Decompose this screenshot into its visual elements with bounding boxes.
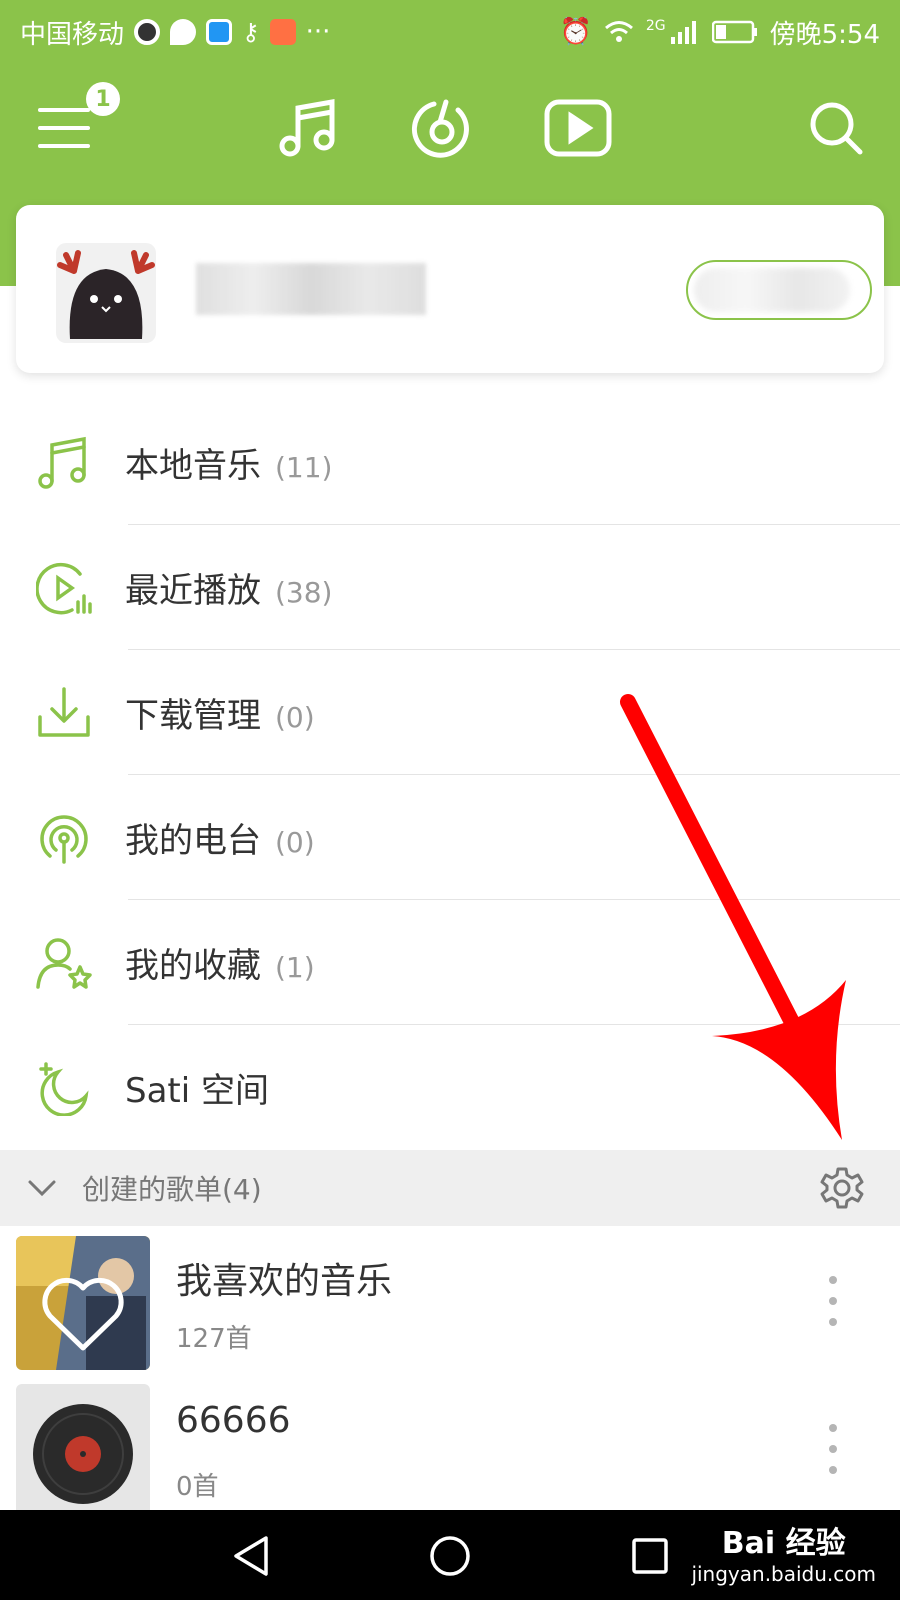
hamburger-icon — [38, 108, 90, 148]
recents-button[interactable] — [622, 1528, 678, 1584]
playlist-cover — [16, 1384, 150, 1516]
battery-icon — [711, 20, 757, 44]
recents-square-icon — [632, 1538, 668, 1574]
status-bar: 中国移动 ⚷ ··· ⏰ 2G 傍晚5:54 — [0, 0, 900, 64]
music-note-icon — [279, 99, 335, 157]
playlist-count: 0首 — [176, 1472, 219, 1502]
baidu-jingyan-watermark: Bai 经验 jingyan.baidu.com — [691, 1518, 876, 1586]
recent-play-icon — [32, 556, 96, 620]
tab-music[interactable] — [274, 92, 346, 164]
wifi-icon — [604, 21, 633, 42]
watermark-url: jingyan.baidu.com — [691, 1562, 876, 1586]
profile-card[interactable] — [16, 205, 884, 373]
music-note-icon — [32, 431, 96, 495]
more-notifications: ··· — [305, 17, 331, 47]
tab-discover[interactable] — [406, 92, 478, 164]
username-blurred — [196, 263, 426, 315]
playlist-item[interactable]: 我喜欢的音乐 127首 — [0, 1230, 900, 1378]
network-type: 2G — [645, 18, 666, 34]
menu-count: (11) — [275, 451, 333, 484]
watermark-logo: Bai 经验 — [721, 1526, 846, 1561]
key-icon: ⚷ — [242, 18, 260, 46]
download-icon — [32, 681, 96, 745]
chat-notification-icon — [170, 19, 197, 45]
system-navigation-bar: Bai 经验 jingyan.baidu.com — [0, 1510, 900, 1600]
playlist-name: 我喜欢的音乐 — [176, 1261, 393, 1302]
menu-label: 我的电台 — [125, 821, 261, 861]
sign-in-button[interactable] — [686, 260, 872, 320]
playlist-item[interactable]: 66666 0首 — [0, 1378, 900, 1526]
menu-label: Sati 空间 — [125, 1071, 270, 1111]
signal-icon — [670, 21, 696, 44]
menu-label: 最近播放 — [125, 571, 261, 611]
menu-item-recent-play[interactable]: 最近播放 (38) — [0, 525, 900, 650]
playlist-name: 66666 — [176, 1400, 291, 1441]
playlist-count: 127首 — [176, 1324, 252, 1354]
notification-badge: 1 — [86, 82, 120, 116]
menu-count: (0) — [275, 826, 315, 859]
home-circle-icon — [430, 1536, 470, 1576]
menu-count: (0) — [275, 701, 315, 734]
back-button[interactable] — [224, 1528, 280, 1584]
search-icon — [810, 102, 863, 155]
video-icon — [544, 99, 612, 157]
playlist-settings-button[interactable] — [820, 1166, 864, 1214]
moon-icon — [32, 1056, 96, 1120]
menu-item-sati-space[interactable]: Sati 空间 — [0, 1025, 900, 1150]
gear-icon — [820, 1167, 864, 1209]
tab-video[interactable] — [542, 92, 614, 164]
avatar-image — [57, 250, 155, 339]
radio-icon — [32, 806, 96, 870]
radar-icon — [411, 99, 469, 158]
chevron-down-icon — [28, 1180, 56, 1197]
menu-item-download[interactable]: 下载管理 (0) — [0, 650, 900, 775]
menu-item-my-radio[interactable]: 我的电台 (0) — [0, 775, 900, 900]
menu-label: 本地音乐 — [125, 446, 261, 486]
menu-label: 我的收藏 — [125, 946, 261, 986]
clock: 傍晚5:54 — [769, 19, 880, 50]
home-button[interactable] — [422, 1528, 478, 1584]
menu-count: (1) — [275, 951, 315, 984]
more-options-icon[interactable] — [828, 1276, 838, 1326]
camera-notification-icon — [206, 19, 233, 45]
video-app-notification-icon — [269, 19, 296, 45]
more-options-icon[interactable] — [828, 1424, 838, 1474]
my-music-menu: 本地音乐 (11) 最近播放 (38) 下载管理 (0) 我的电台 (0) 我的收藏 (1… — [0, 400, 900, 1150]
avatar[interactable] — [56, 243, 156, 343]
created-playlists-header[interactable]: 创建的歌单(4) — [0, 1150, 900, 1226]
favorite-user-icon — [32, 931, 96, 995]
back-triangle-icon — [234, 1536, 268, 1576]
section-title: 创建的歌单(4) — [82, 1173, 262, 1206]
app-notification-icon — [134, 19, 161, 45]
menu-item-local-music[interactable]: 本地音乐 (11) — [0, 400, 900, 525]
menu-count: (38) — [275, 576, 333, 609]
menu-label: 下载管理 — [125, 696, 261, 736]
playlist-cover — [16, 1236, 150, 1370]
menu-item-favorites[interactable]: 我的收藏 (1) — [0, 900, 900, 1025]
carrier-label: 中国移动 — [20, 19, 125, 50]
search-button[interactable] — [800, 92, 872, 164]
alarm-icon: ⏰ — [559, 17, 592, 47]
